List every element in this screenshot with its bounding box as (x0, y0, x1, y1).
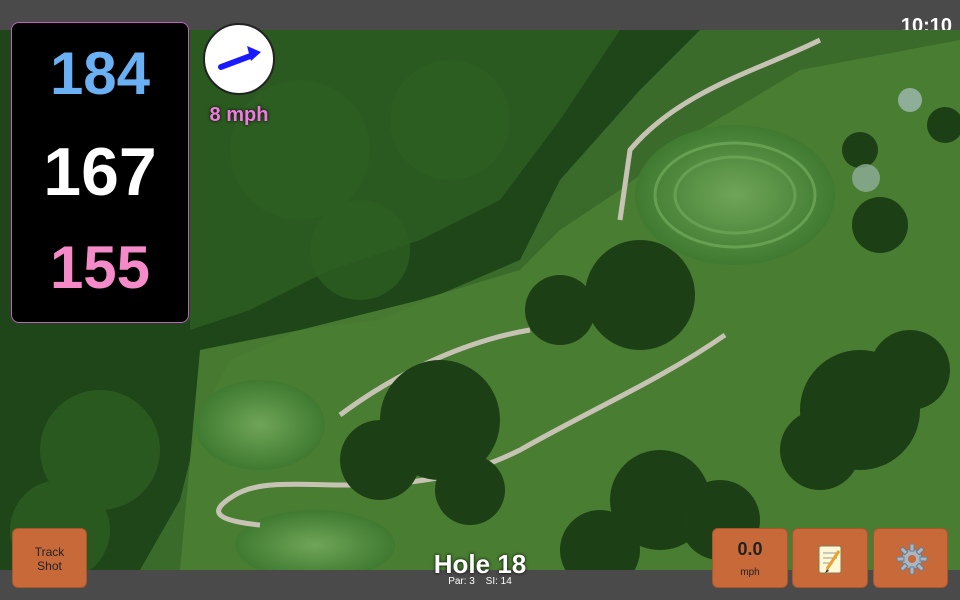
center-distance: 167 (43, 134, 157, 210)
gear-icon (896, 543, 928, 575)
hole-par: Par: 3 (448, 576, 475, 587)
track-shot-label-line2: Shot (37, 559, 62, 573)
track-shot-button[interactable]: Track Shot (12, 528, 87, 588)
notepad-icon (818, 545, 842, 574)
track-shot-label-line1: Track (34, 545, 65, 559)
wind-speed: 8 mph (209, 104, 269, 126)
back-distance: 184 (49, 40, 151, 107)
notes-button[interactable] (792, 528, 868, 588)
front-distance: 155 (49, 234, 151, 301)
settings-button[interactable] (873, 528, 948, 588)
speed-value: 0.0 (737, 539, 763, 559)
hole-info: Par: 3 SI: 14 (380, 576, 580, 587)
hole-stroke-index: SI: 14 (485, 576, 512, 587)
speed-button[interactable]: 0.0 mph (712, 528, 788, 588)
speed-unit: mph (740, 567, 760, 578)
distance-panel: 184 167 155 (11, 22, 189, 323)
wind-arrow-icon (218, 46, 261, 70)
wind-indicator[interactable] (203, 23, 275, 95)
